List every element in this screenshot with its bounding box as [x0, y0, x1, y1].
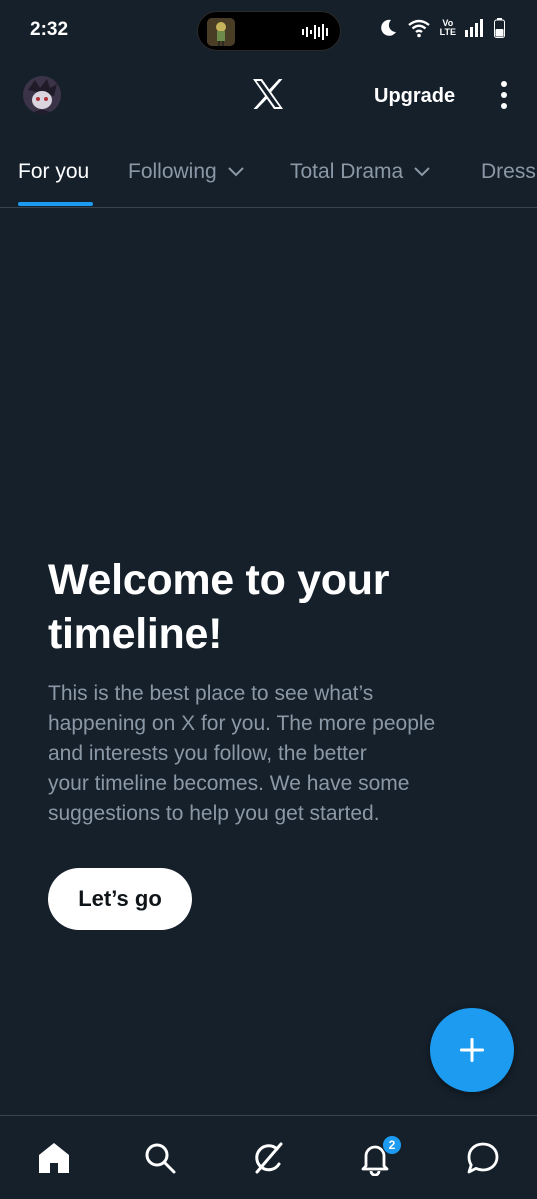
tab-following[interactable]: Following — [128, 160, 245, 184]
status-time: 2:32 — [30, 19, 69, 40]
welcome-body-line: happening on X for you. The more people — [48, 712, 436, 735]
tab-label: Following — [128, 160, 217, 183]
tab-label: For you — [18, 160, 90, 183]
profile-avatar[interactable] — [23, 76, 61, 114]
welcome-title: Welcome to your timeline! — [48, 553, 508, 661]
volte-bottom-label: LTE — [439, 27, 456, 37]
tab-label: Total Drama — [290, 160, 404, 183]
x-logo-icon[interactable] — [251, 77, 285, 111]
status-icons: Vo LTE — [378, 18, 505, 38]
bottom-navigation-bar: 2 — [0, 1115, 537, 1199]
welcome-body-line: and interests you follow, the better — [48, 742, 367, 765]
grok-icon[interactable] — [250, 1140, 286, 1176]
welcome-panel: Welcome to your timeline! This is the be… — [48, 553, 508, 829]
active-tab-indicator — [18, 202, 93, 206]
x-home-screen: 2:32 Vo LTE Upgrade For you Following To… — [0, 0, 537, 1199]
wifi-icon — [407, 19, 430, 38]
compose-post-button[interactable] — [430, 1008, 514, 1092]
moon-icon — [380, 19, 396, 36]
home-icon[interactable] — [36, 1140, 72, 1176]
more-options-icon[interactable] — [497, 80, 511, 110]
audio-waveform-icon — [302, 24, 328, 40]
search-icon[interactable] — [142, 1140, 178, 1176]
tab-label: Dress — [481, 160, 536, 183]
welcome-body-line: This is the best place to see what’s — [48, 682, 374, 705]
tab-for-you[interactable]: For you — [18, 160, 89, 184]
tab-total-drama[interactable]: Total Drama — [290, 160, 431, 184]
notification-badge: 2 — [382, 1135, 402, 1155]
welcome-body-line: your timeline becomes. We have some — [48, 772, 410, 795]
welcome-body-line: suggestions to help you get started. — [48, 802, 380, 825]
upgrade-button[interactable]: Upgrade — [374, 85, 455, 108]
status-bar: 2:32 Vo LTE — [0, 0, 537, 62]
welcome-title-line: Welcome to your — [48, 556, 390, 604]
top-navigation-bar: Upgrade — [0, 62, 537, 134]
battery-icon — [494, 18, 505, 38]
welcome-description: This is the best place to see what’s hap… — [48, 679, 508, 829]
welcome-title-line: timeline! — [48, 610, 223, 658]
chat-bubble-icon[interactable] — [465, 1140, 501, 1176]
chevron-down-icon — [228, 167, 244, 177]
dynamic-island[interactable] — [197, 11, 341, 51]
chevron-down-icon — [414, 167, 430, 177]
media-thumbnail — [207, 18, 235, 46]
timeline-tabs: For you Following Total Drama Dress — [0, 134, 537, 208]
tab-dress[interactable]: Dress — [481, 160, 536, 184]
plus-icon — [460, 1038, 484, 1062]
lets-go-button[interactable]: Let’s go — [48, 868, 192, 930]
signal-icon — [465, 19, 483, 37]
volte-indicator: Vo LTE — [440, 19, 456, 37]
